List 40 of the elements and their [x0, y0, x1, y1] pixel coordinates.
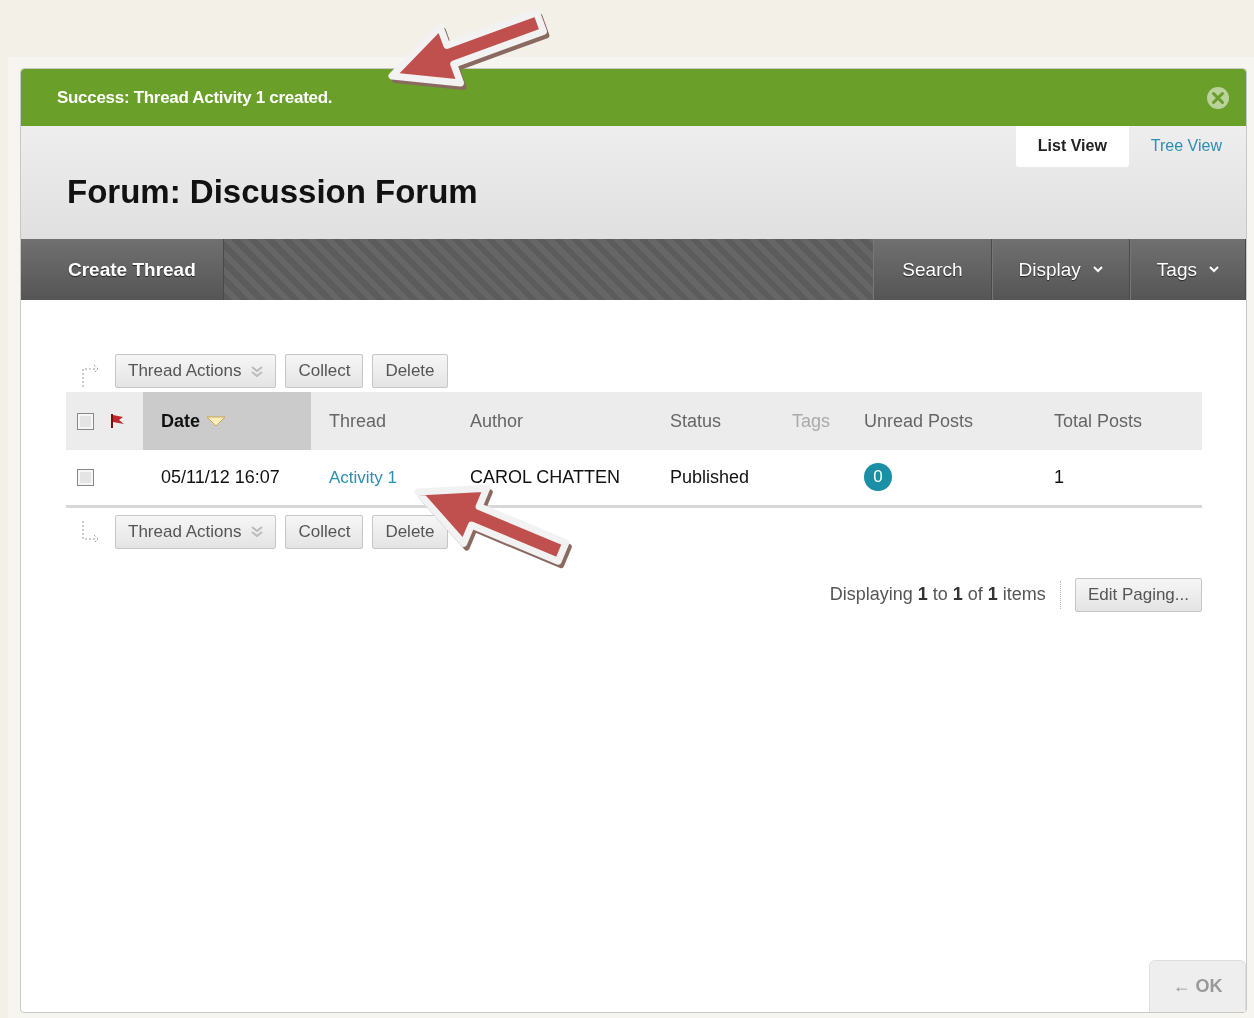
checkbox[interactable]	[77, 412, 94, 430]
close-icon[interactable]	[1206, 85, 1230, 110]
chevron-icon	[1092, 266, 1103, 273]
column-header[interactable]: Total Posts	[1036, 410, 1143, 432]
column-header[interactable]: Author	[452, 410, 524, 432]
menu-button[interactable]: Tags	[1129, 239, 1246, 300]
view-tab[interactable]: Tree View	[1128, 126, 1234, 167]
status-text: Published	[670, 466, 750, 487]
double-chevron-icon	[251, 365, 264, 377]
column-header[interactable]: Thread	[311, 410, 387, 432]
paging-summary: Displaying 1 to 1 of 1 items	[829, 584, 1046, 605]
action-button[interactable]: Collect	[285, 514, 364, 549]
page-title: Forum: Discussion Forum	[67, 173, 479, 211]
success-message: Success: Thread Activity 1 created.	[57, 87, 333, 108]
flag-icon	[110, 413, 124, 429]
action-button[interactable]: Delete	[372, 514, 448, 549]
action-button[interactable]: Delete	[372, 354, 448, 388]
thread-link[interactable]: Activity 1	[329, 467, 398, 487]
thread-actions-button[interactable]: Thread Actions	[115, 514, 277, 549]
date-text: 05/11/12 16:07	[161, 466, 280, 487]
create-thread-button[interactable]: Create Thread	[21, 239, 224, 300]
column-header[interactable]: Date	[161, 410, 226, 432]
view-tab[interactable]: List View	[1015, 126, 1129, 167]
connector-arrow-icon	[82, 519, 100, 544]
menu-button[interactable]: Display	[991, 239, 1130, 300]
total-posts-text: 1	[1054, 466, 1064, 487]
double-chevron-icon	[251, 526, 264, 537]
edit-paging-button[interactable]: Edit Paging...	[1074, 577, 1202, 612]
connector-arrow-icon	[82, 364, 100, 388]
checkbox[interactable]	[77, 468, 94, 486]
unread-count-badge[interactable]: 0	[864, 463, 892, 492]
column-header: Tags	[774, 410, 831, 432]
column-header[interactable]: Unread Posts	[846, 410, 974, 432]
toolbar-button[interactable]: Search	[873, 239, 992, 300]
column-header[interactable]: Status	[652, 410, 722, 432]
action-button[interactable]: Collect	[285, 354, 364, 388]
thread-actions-button[interactable]: Thread Actions	[115, 354, 277, 388]
sort-descending-icon	[206, 415, 226, 427]
chevron-icon	[1209, 266, 1219, 273]
author-text: CAROL CHATTEN	[470, 466, 620, 487]
